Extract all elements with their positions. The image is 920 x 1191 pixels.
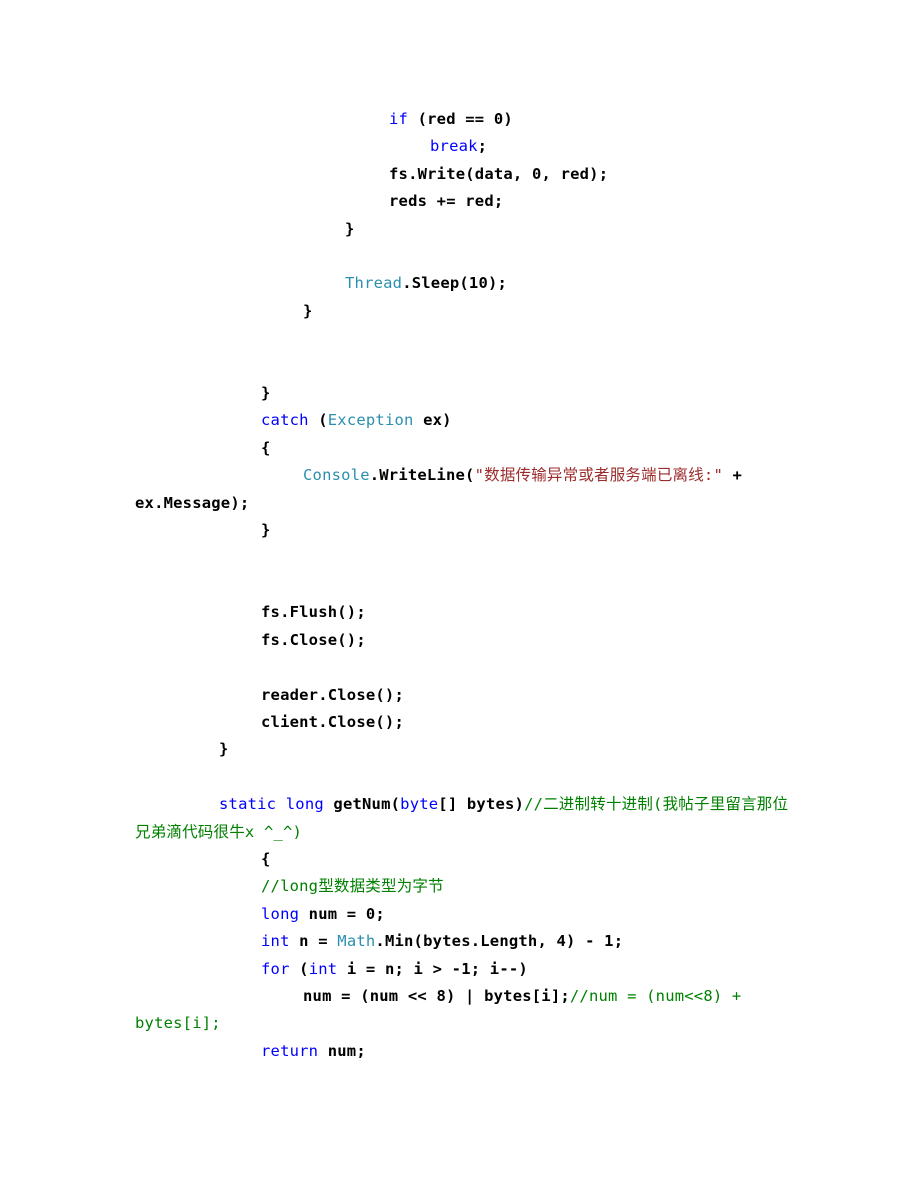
line-close-brace-inner: } (135, 216, 795, 243)
line-blank-7 (135, 764, 795, 791)
code-token: static (219, 795, 277, 814)
code-token: "数据传输异常或者服务端已离线:" (474, 466, 723, 485)
line-fs-close: fs.Close(); (135, 627, 795, 654)
code-token: break (430, 137, 478, 156)
code-token: ; (477, 137, 488, 156)
code-listing: if (red == 0) break; fs.Write(data, 0, red… (135, 106, 795, 1065)
line-reader-close: reader.Close(); (135, 682, 795, 709)
line-blank-2 (135, 325, 795, 352)
code-token: .WriteLine( (369, 466, 475, 485)
line-fs-flush: fs.Flush(); (135, 599, 795, 626)
code-token: Thread (345, 274, 403, 293)
line-blank-6 (135, 654, 795, 681)
line-close-brace-while: } (135, 298, 795, 325)
code-token: return (261, 1041, 319, 1060)
code-token: .Sleep(10); (402, 274, 508, 293)
code-token: } (345, 219, 355, 238)
code-token: Console (303, 466, 370, 485)
line-close-brace-try: } (135, 380, 795, 407)
code-token: ( (289, 959, 309, 978)
code-token: num = (num << 8) | bytes[i]; (303, 987, 570, 1005)
line-catch: catch (Exception ex) (135, 407, 795, 434)
line-getnum-signature: static long getNum(byte[] bytes)//二进制转十进… (135, 791, 795, 846)
code-token: n = (289, 932, 338, 951)
code-token: int (308, 959, 338, 978)
line-blank-1 (135, 243, 795, 270)
code-token: fs.Flush(); (261, 603, 366, 622)
code-token: { (261, 438, 271, 457)
code-token: if (389, 110, 409, 128)
code-token: long (285, 795, 324, 814)
line-return-num: return num; (135, 1038, 795, 1065)
line-open-brace-catch: { (135, 435, 795, 462)
line-for-loop: for (int i = n; i > -1; i--) (135, 956, 795, 983)
code-token: num = 0; (299, 904, 385, 923)
line-comment-long-type: //long型数据类型为字节 (135, 873, 795, 900)
code-token: //long型数据类型为字节 (261, 877, 444, 896)
line-break: break; (135, 133, 795, 160)
code-token: .Min(bytes.Length, 4) - 1; (375, 932, 624, 951)
code-token: } (219, 740, 229, 759)
line-int-n: int n = Math.Min(bytes.Length, 4) - 1; (135, 928, 795, 955)
code-token: for (261, 959, 290, 978)
line-console-writeline: Console.WriteLine("数据传输异常或者服务端已离线:" + ex… (135, 462, 795, 517)
line-num-shift: num = (num << 8) | bytes[i];//num = (num… (135, 983, 795, 1038)
line-thread-sleep: Thread.Sleep(10); (135, 270, 795, 297)
code-token: num; (318, 1041, 366, 1060)
code-token: getNum( (323, 795, 401, 814)
line-long-num: long num = 0; (135, 901, 795, 928)
line-blank-5 (135, 572, 795, 599)
code-token: byte (400, 795, 439, 814)
code-token: client.Close(); (261, 712, 404, 731)
code-token: Math (337, 932, 376, 951)
code-token: } (261, 384, 271, 403)
line-blank-3 (135, 353, 795, 380)
line-fs-write: fs.Write(data, 0, red); (135, 161, 795, 188)
code-token: reader.Close(); (261, 685, 404, 704)
code-token: int (261, 932, 290, 951)
code-token: long (261, 904, 300, 923)
code-token: [] bytes) (438, 795, 525, 814)
code-token: reds += red; (389, 192, 504, 211)
line-close-brace-method: } (135, 736, 795, 763)
code-token: catch (261, 411, 309, 430)
code-token: Exception (327, 411, 414, 430)
code-token: fs.Write(data, 0, red); (389, 164, 609, 183)
line-if-red: if (red == 0) (135, 106, 795, 133)
line-blank-4 (135, 545, 795, 572)
line-reds-plus: reds += red; (135, 188, 795, 215)
code-token: } (303, 301, 313, 320)
code-token: ex) (413, 411, 452, 430)
code-token: fs.Close(); (261, 630, 366, 649)
document-page: if (red == 0) break; fs.Write(data, 0, red… (0, 0, 920, 1191)
code-token: ( (308, 411, 328, 430)
code-token: { (261, 849, 271, 868)
line-close-brace-catch: } (135, 517, 795, 544)
line-client-close: client.Close(); (135, 709, 795, 736)
line-open-brace-getnum: { (135, 846, 795, 873)
code-token: } (261, 521, 271, 540)
code-token: (red == 0) (408, 110, 513, 128)
code-token: i = n; i > -1; i--) (337, 959, 528, 978)
